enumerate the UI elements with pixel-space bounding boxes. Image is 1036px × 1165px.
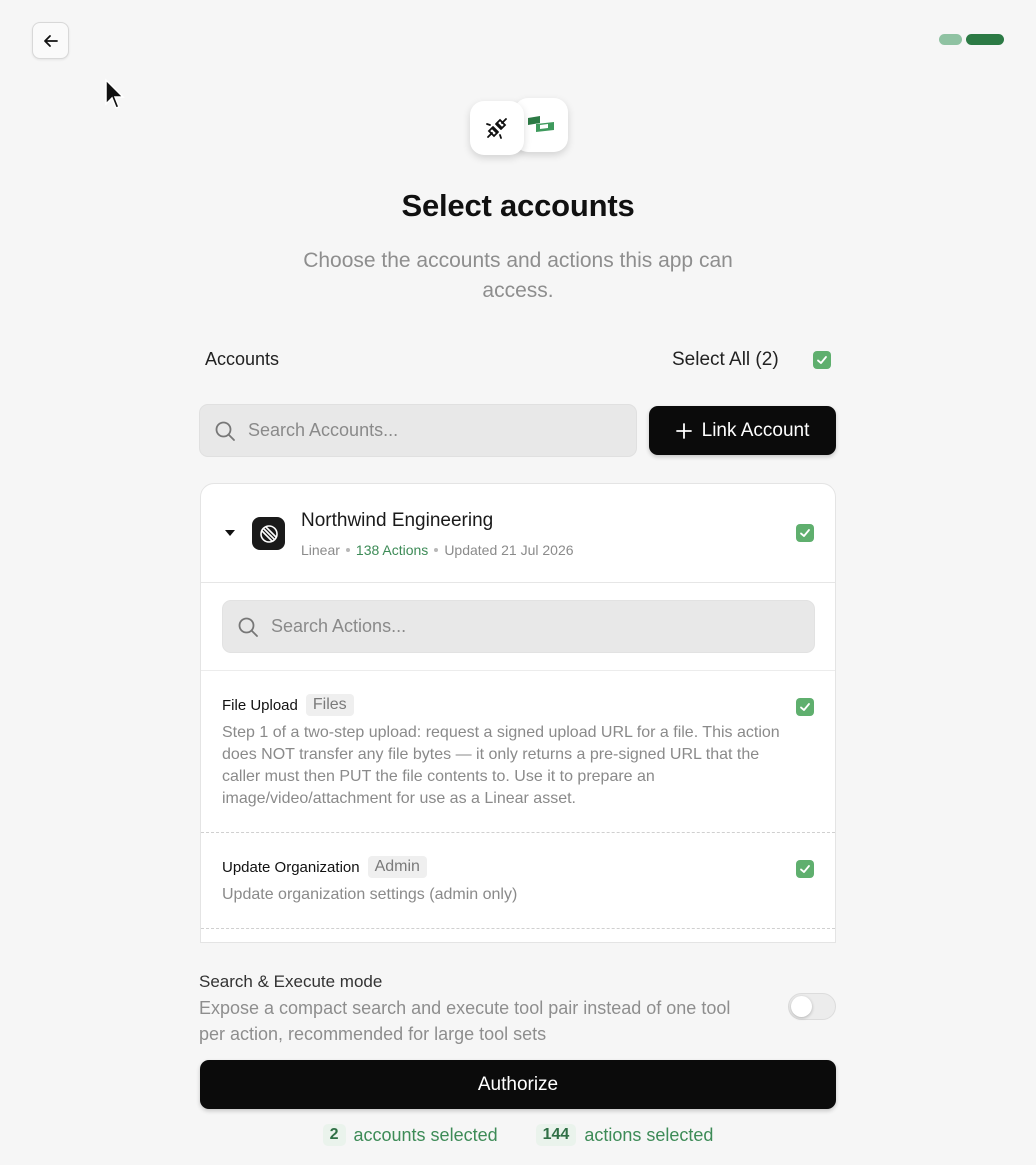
mode-title: Search & Execute mode [199,972,383,991]
separator-dot [345,548,350,552]
check-icon [800,529,810,537]
action-name: Update Organization [222,858,360,876]
select-all-label[interactable]: Select All (2) [672,349,779,371]
account-checkbox[interactable] [796,524,814,542]
page-title: Select accounts [401,188,635,223]
link-account-label: Link Account [701,419,810,441]
action-tag: Admin [367,856,427,878]
actions-selected-label: actions selected [584,1124,714,1145]
select-all-checkbox[interactable] [813,351,831,369]
search-actions-wrap [201,583,835,671]
caret-down-icon[interactable] [225,530,235,536]
toggle-knob [791,996,812,1017]
actions-selected-count: 144 [535,1124,577,1146]
action-tag: Files [305,694,354,716]
check-icon [800,703,810,711]
search-execute-mode: Search & Execute mode Expose a compact s… [199,972,839,1047]
mode-description: Expose a compact search and execute tool… [199,998,731,1044]
arrow-left-icon [43,34,58,47]
plus-icon [675,422,692,439]
account-updated: Updated 21 Jul 2026 [444,542,574,558]
accounts-selected-label: accounts selected [353,1124,498,1145]
search-icon [215,421,235,441]
step-indicator [939,34,1004,45]
account-name: Northwind Engineering [301,510,494,531]
page-subtitle: Choose the accounts and actions this app… [303,249,733,302]
step-1-indicator [939,34,962,45]
authorize-button[interactable]: Authorize [200,1060,836,1109]
action-item-file-upload[interactable]: File Upload Files Step 1 of a two-step u… [201,671,835,833]
action-title: File Upload Files [222,694,775,716]
linear-logo-icon [252,517,285,550]
link-account-button[interactable]: Link Account [649,406,836,455]
search-actions-input[interactable] [271,616,631,637]
mouse-cursor-icon [105,78,125,109]
plug-icon [470,101,524,155]
account-provider: Linear [301,542,340,558]
search-execute-toggle[interactable] [788,993,836,1020]
search-accounts-input[interactable] [248,420,608,441]
account-card-header[interactable]: Northwind Engineering Linear 138 Actions… [201,484,835,583]
check-icon [817,356,827,364]
check-icon [800,865,810,873]
action-checkbox[interactable] [796,860,814,878]
action-name: File Upload [222,696,298,714]
search-actions-field[interactable] [222,600,815,653]
account-meta: Linear 138 Actions Updated 21 Jul 2026 [301,542,574,558]
account-actions-count: 138 Actions [355,542,429,558]
action-title: Update Organization Admin [222,856,775,878]
back-button[interactable] [32,22,69,59]
account-card: Northwind Engineering Linear 138 Actions… [200,483,836,943]
selection-summary: 2 accounts selected 144 actions selected [0,1124,1036,1146]
separator-dot [434,548,439,552]
accounts-heading: Accounts [205,349,280,369]
app-icons [470,98,570,160]
action-checkbox[interactable] [796,698,814,716]
search-icon [238,617,258,637]
action-description: Step 1 of a two-step upload: request a s… [222,724,780,807]
action-description: Update organization settings (admin only… [222,886,518,903]
search-accounts-field[interactable] [199,404,637,457]
step-2-indicator [966,34,1004,45]
accounts-selected-count: 2 [322,1124,346,1146]
action-item-update-organization[interactable]: Update Organization Admin Update organiz… [201,833,835,929]
